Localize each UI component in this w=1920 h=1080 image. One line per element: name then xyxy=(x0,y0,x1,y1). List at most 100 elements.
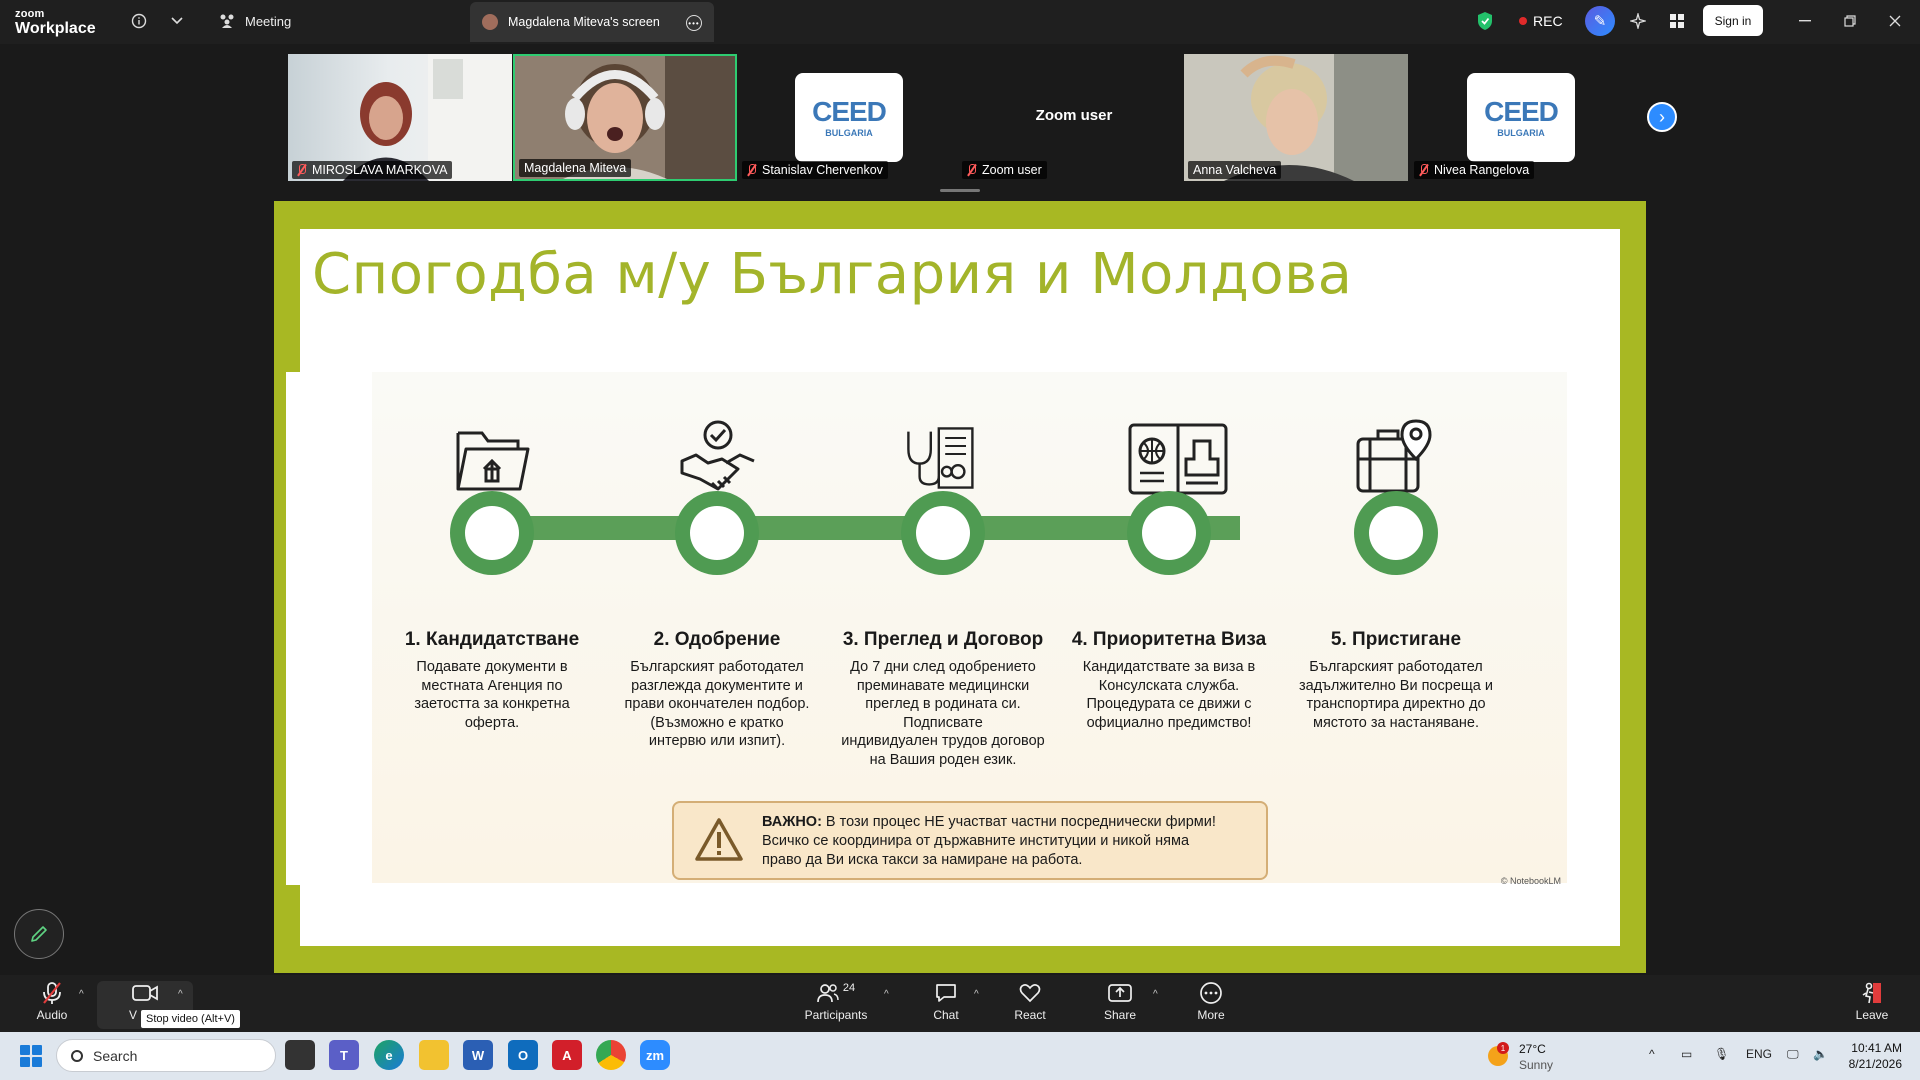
logo-text-2: BULGARIA xyxy=(1497,127,1545,138)
logo-text-2: BULGARIA xyxy=(825,127,873,138)
more-button[interactable]: More xyxy=(1191,979,1231,1022)
ceed-bulgaria-logo: CEED BULGARIA xyxy=(1467,73,1575,162)
video-tile-4[interactable]: Anna Valcheva xyxy=(1184,54,1408,181)
step-title-4: 4. Приоритетна Виза xyxy=(1071,629,1267,650)
meeting-people-icon xyxy=(216,10,238,32)
apps-grid-icon[interactable] xyxy=(1666,10,1688,32)
participant-name-tag: Anna Valcheva xyxy=(1188,161,1282,179)
tray-chevron-up-icon[interactable]: ^ xyxy=(1649,1047,1655,1061)
video-tile-3[interactable]: Zoom user Zoom user xyxy=(962,54,1186,181)
share-caret-icon[interactable]: ^ xyxy=(1153,989,1158,1000)
acrobat-icon[interactable]: A xyxy=(552,1040,582,1070)
shared-screen-title: Magdalena Miteva's screen xyxy=(508,15,660,29)
weather-temp: 27°C xyxy=(1519,1042,1546,1056)
taskbar-clock[interactable]: 10:41 AM 8/21/2026 xyxy=(1840,1040,1902,1072)
video-tile-1[interactable]: Magdalena Miteva xyxy=(513,54,737,181)
timeline-node-3 xyxy=(901,491,985,575)
next-page-arrow-icon[interactable]: › xyxy=(1647,102,1677,132)
recording-dot-icon xyxy=(1519,17,1527,25)
more-options-icon[interactable]: ••• xyxy=(686,15,702,31)
weather-badge: 1 xyxy=(1497,1042,1509,1054)
react-button[interactable]: React xyxy=(1010,979,1050,1022)
notice-text: ВАЖНО: В този процес НЕ участват частни … xyxy=(762,814,1216,868)
teams-icon[interactable]: T xyxy=(329,1040,359,1070)
language-indicator[interactable]: ENG xyxy=(1746,1047,1772,1061)
share-label: Share xyxy=(1103,1008,1137,1022)
clock-time: 10:41 AM xyxy=(1851,1041,1902,1055)
timeline-node-2 xyxy=(675,491,759,575)
participant-name-tag: Magdalena Miteva xyxy=(519,159,632,177)
share-button[interactable]: Share xyxy=(1100,979,1140,1022)
leave-button[interactable]: Leave xyxy=(1852,979,1892,1022)
search-icon xyxy=(71,1049,83,1062)
recording-indicator[interactable]: REC xyxy=(1519,13,1563,29)
chat-caret-icon[interactable]: ^ xyxy=(974,989,979,1000)
video-options-caret-icon[interactable]: ^ xyxy=(178,989,183,1000)
step-desc-5: Българският работодател задължително Ви п… xyxy=(1298,659,1493,731)
sparkle-icon[interactable] xyxy=(1627,10,1649,32)
audio-options-caret-icon[interactable]: ^ xyxy=(79,989,84,1000)
shared-screen-tab[interactable]: Magdalena Miteva's screen ••• xyxy=(470,2,714,42)
participant-name: Anna Valcheva xyxy=(1193,163,1277,177)
task-view-icon[interactable] xyxy=(285,1040,315,1070)
important-notice-box: ВАЖНО: В този процес НЕ участват частни … xyxy=(672,801,1268,880)
taskbar-search-box[interactable]: Search xyxy=(56,1039,276,1072)
ai-companion-icon[interactable]: ✎ xyxy=(1585,6,1615,36)
keyboard-tray-icon[interactable]: ▭ xyxy=(1681,1047,1692,1061)
more-dots-icon xyxy=(1191,979,1231,1007)
participant-name-tag: MIROSLAVA MARKOVA xyxy=(292,161,453,179)
participants-caret-icon[interactable]: ^ xyxy=(884,989,889,1000)
chat-button[interactable]: Chat xyxy=(926,979,966,1022)
participants-button[interactable]: 24 Participants xyxy=(800,979,872,1022)
step-desc-4: Кандидатствате за виза в Консулската служ… xyxy=(1082,659,1256,731)
close-icon[interactable] xyxy=(1885,11,1905,31)
annotate-pen-icon[interactable] xyxy=(14,909,64,959)
zoom-app-icon[interactable]: zm xyxy=(640,1040,670,1070)
participant-name-tag: Zoom user xyxy=(962,161,1047,179)
participants-label: Participants xyxy=(804,1008,868,1022)
brand-top: zoom xyxy=(15,8,45,20)
title-bar: zoom Workplace Meeting Magdalena Miteva'… xyxy=(0,0,1920,44)
shared-slide: Спогодба м/у България и Молдова 1. Канди… xyxy=(286,229,1620,946)
mic-muted-icon xyxy=(32,979,72,1007)
meeting-label[interactable]: Meeting xyxy=(245,14,291,29)
info-icon[interactable] xyxy=(128,10,150,32)
muted-mic-icon xyxy=(297,164,307,176)
stethoscope-document-icon xyxy=(907,427,974,489)
warning-triangle-icon xyxy=(695,818,743,861)
step-title-2: 2. Одобрение xyxy=(653,629,781,650)
volume-tray-icon[interactable]: 🔈 xyxy=(1813,1047,1828,1061)
participant-name: Nivea Rangelova xyxy=(1434,163,1530,177)
react-label: React xyxy=(1014,1008,1046,1022)
timeline-node-1 xyxy=(450,491,534,575)
chevron-down-icon[interactable] xyxy=(166,10,188,32)
network-tray-icon[interactable]: 🖵 xyxy=(1787,1047,1799,1062)
video-tile-0[interactable]: MIROSLAVA MARKOVA xyxy=(288,54,512,181)
muted-mic-icon xyxy=(1419,164,1429,176)
windows-start-icon[interactable] xyxy=(20,1045,42,1067)
timeline-node-5 xyxy=(1354,491,1438,575)
slide-credit: © NotebookLM xyxy=(1500,876,1561,886)
chrome-icon[interactable] xyxy=(596,1040,626,1070)
passport-stamp-icon xyxy=(1128,423,1228,495)
meeting-toolbar: Audio ^ V ^ 24 Participants ^ Chat ^ Rea… xyxy=(0,975,1920,1032)
video-tile-5[interactable]: CEED BULGARIA Nivea Rangelova xyxy=(1410,54,1634,181)
slide-title: Спогодба м/у България и Молдова xyxy=(312,242,1353,307)
minimize-icon[interactable] xyxy=(1795,11,1815,31)
outlook-icon[interactable]: O xyxy=(508,1040,538,1070)
sign-in-button[interactable]: Sign in xyxy=(1703,5,1763,36)
step-desc-3: До 7 дни след одобрението преминавате мед… xyxy=(841,659,1045,768)
file-explorer-icon[interactable] xyxy=(419,1040,449,1070)
audio-button[interactable]: Audio xyxy=(32,979,72,1022)
strip-scroll-indicator[interactable] xyxy=(940,189,980,192)
encryption-shield-icon[interactable] xyxy=(1476,11,1494,31)
word-icon[interactable]: W xyxy=(463,1040,493,1070)
slide-left-bar xyxy=(286,372,302,885)
timeline-node-4 xyxy=(1127,491,1211,575)
participant-name: MIROSLAVA MARKOVA xyxy=(312,163,448,177)
restore-icon[interactable] xyxy=(1840,11,1860,31)
edge-icon[interactable]: e xyxy=(374,1040,404,1070)
video-tile-2[interactable]: CEED BULGARIA Stanislav Chervenkov xyxy=(738,54,962,181)
video-tooltip: Stop video (Alt+V) xyxy=(141,1010,240,1028)
mic-tray-icon[interactable]: 🎙 xyxy=(1714,1047,1729,1061)
